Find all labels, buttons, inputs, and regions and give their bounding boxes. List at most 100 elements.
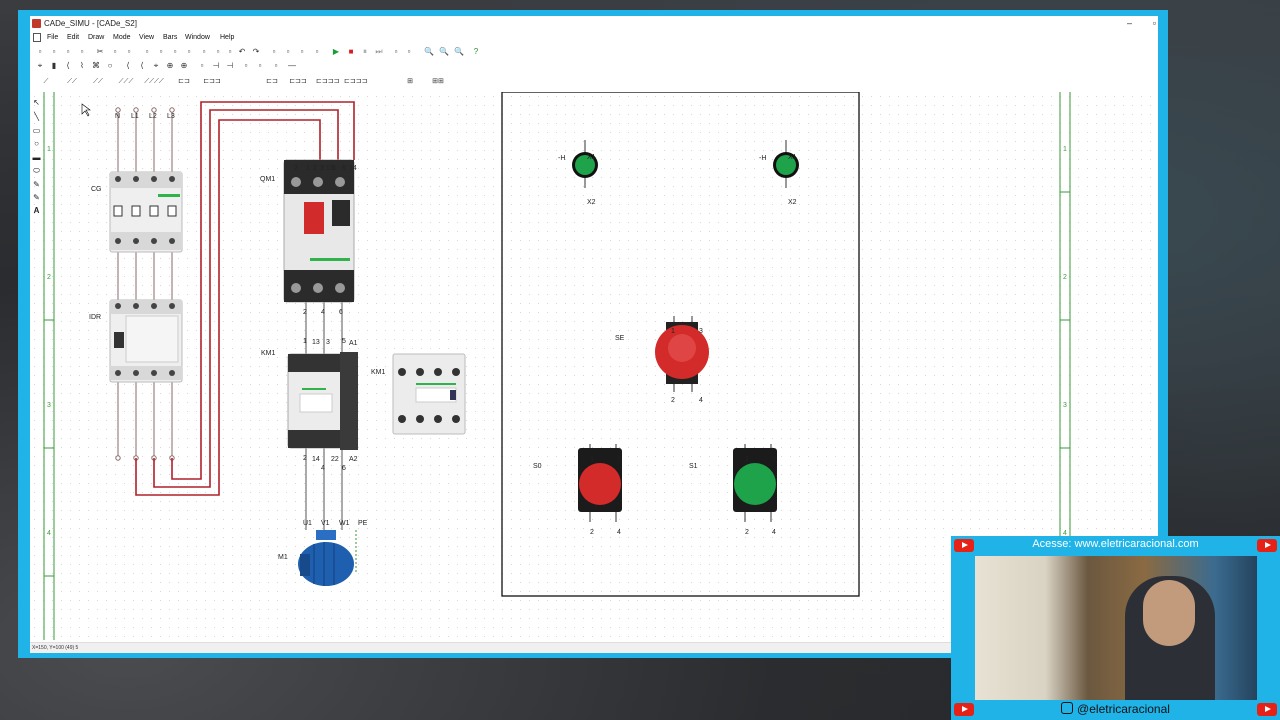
lamp-2[interactable] xyxy=(773,140,799,188)
zoom-fit-icon[interactable]: 🔍 xyxy=(454,47,464,56)
group-icon[interactable]: ▫ xyxy=(143,47,151,56)
km1-auxiliary-block[interactable] xyxy=(392,353,466,435)
pneumatic-icon[interactable]: ▫ xyxy=(242,61,250,70)
motor-breaker-icon[interactable]: ⊏⊐ xyxy=(174,77,194,86)
align-left-icon[interactable]: ▫ xyxy=(270,47,278,56)
disconnector-icon[interactable]: ⊞ xyxy=(400,77,420,86)
coil-icon[interactable]: ▫ xyxy=(198,61,206,70)
km1-contactor[interactable] xyxy=(287,352,358,450)
menu-bars[interactable]: Bars xyxy=(163,31,177,44)
ellipse-tool-icon[interactable]: ⬭ xyxy=(32,166,41,175)
motor-breaker-aux-icon[interactable]: ⊏⊐⊐ xyxy=(202,77,222,86)
qm1-term-14: 14 xyxy=(349,165,357,172)
wire-icon[interactable]: — xyxy=(288,61,296,70)
text-tool-icon[interactable]: A xyxy=(32,206,41,215)
pointer-tool-icon[interactable]: ↖ xyxy=(32,98,41,107)
open-icon[interactable]: ▫ xyxy=(50,47,58,56)
contact-nc-icon[interactable]: ⟨ xyxy=(138,61,146,70)
push-button-s1[interactable] xyxy=(733,444,777,522)
breaker-4p-icon[interactable]: ⟋⟋⟋⟋ xyxy=(144,77,164,86)
breaker-3p-icon[interactable]: ⟋⟋⟋ xyxy=(116,77,136,86)
grid-icon[interactable]: ▫ xyxy=(226,47,234,56)
pause-icon[interactable]: ⏸ xyxy=(361,47,369,56)
new-icon[interactable]: ▫ xyxy=(36,47,44,56)
breaker-2pn-icon[interactable]: ⟋⟋ xyxy=(88,77,108,86)
print-icon[interactable]: ▫ xyxy=(78,47,86,56)
transformer-icon[interactable]: ⌘ xyxy=(92,61,100,70)
filled-rect-tool-icon[interactable]: ▬ xyxy=(32,153,41,162)
plc-icon[interactable]: ▫ xyxy=(272,61,280,70)
menu-help[interactable]: Help xyxy=(220,31,234,44)
km1-out-22: 22 xyxy=(331,456,339,463)
menu-file[interactable]: File xyxy=(47,31,58,44)
contact-icon[interactable]: ⟨ xyxy=(124,61,132,70)
close-button[interactable]: ▫ xyxy=(1153,16,1156,31)
point-icon[interactable]: ⌖ xyxy=(36,61,44,70)
copy-icon[interactable]: ▫ xyxy=(111,47,119,56)
menu-view[interactable]: View xyxy=(139,31,154,44)
menu-mode[interactable]: Mode xyxy=(113,31,131,44)
s0-term-1: 1 xyxy=(590,456,594,463)
redo-icon[interactable]: ↷ xyxy=(252,47,260,56)
motor-icon[interactable]: ○ xyxy=(106,61,114,70)
save-icon[interactable]: ▫ xyxy=(64,47,72,56)
menu-draw[interactable]: Draw xyxy=(88,31,104,44)
step-icon[interactable]: ⏭ xyxy=(375,47,383,56)
find-icon[interactable]: ▫ xyxy=(185,47,193,56)
qm1-motor-breaker[interactable] xyxy=(283,159,355,303)
breaker-1p-icon[interactable]: ⟋ xyxy=(36,77,56,86)
window-icon[interactable]: ▫ xyxy=(392,47,400,56)
switch-icon[interactable]: ⟨ xyxy=(64,61,72,70)
lamp-1[interactable] xyxy=(572,140,598,188)
component-icon[interactable]: ▫ xyxy=(214,47,222,56)
help-icon[interactable]: ? xyxy=(472,47,480,56)
menu-bar: File Edit Draw Mode View Bars Window Hel… xyxy=(30,31,1158,44)
ungroup-icon[interactable]: ▫ xyxy=(157,47,165,56)
menu-edit[interactable]: Edit xyxy=(67,31,79,44)
rcd-3p-icon[interactable]: ⊏⊐⊐ xyxy=(288,77,308,86)
valve-icon[interactable]: ▫ xyxy=(256,61,264,70)
disconnector-4p-icon[interactable]: ⊞⊞ xyxy=(428,77,448,86)
idr-rcd[interactable] xyxy=(109,299,183,383)
rectangle-tool-icon[interactable]: ▭ xyxy=(32,126,41,135)
bell-icon[interactable]: ⊕ xyxy=(180,61,188,70)
paste-icon[interactable]: ▫ xyxy=(125,47,133,56)
lamp-icon[interactable]: ⊕ xyxy=(166,61,174,70)
sensor-icon[interactable]: ⊣ xyxy=(226,61,234,70)
breaker-2p-icon[interactable]: ⟋⟋ xyxy=(62,77,82,86)
print-preview-icon[interactable]: ▫ xyxy=(200,47,208,56)
rcd-4pn-icon[interactable]: ⊏⊐⊐⊐ xyxy=(344,77,367,86)
timer-icon[interactable]: ⊣ xyxy=(212,61,220,70)
cg-breaker[interactable] xyxy=(109,171,183,253)
rcd-2p-icon[interactable]: ⊏⊐ xyxy=(262,77,282,86)
menu-window[interactable]: Window xyxy=(185,31,210,44)
minimize-button[interactable]: – xyxy=(1127,16,1132,31)
push-button-s0[interactable] xyxy=(578,444,622,522)
align-right-icon[interactable]: ▫ xyxy=(284,47,292,56)
cut-icon[interactable]: ✂ xyxy=(96,47,104,56)
lamp2-x2: X2 xyxy=(788,199,797,206)
align-bottom-icon[interactable]: ▫ xyxy=(313,47,321,56)
fuse-icon[interactable]: ▮ xyxy=(50,61,58,70)
s1-term-3: 3 xyxy=(772,456,776,463)
qm1-term-6: 6 xyxy=(342,165,346,172)
zoom-window-icon[interactable]: ▫ xyxy=(405,47,413,56)
breaker-icon[interactable]: ⌇ xyxy=(78,61,86,70)
circle-tool-icon[interactable]: ○ xyxy=(32,139,41,148)
align-top-icon[interactable]: ▫ xyxy=(298,47,306,56)
line-tool-icon[interactable]: ╲ xyxy=(32,112,41,121)
fill-tool-icon[interactable]: ✎ xyxy=(32,180,41,189)
rcd-4p-icon[interactable]: ⊏⊐⊐⊐ xyxy=(316,77,339,86)
undo-icon[interactable]: ↶ xyxy=(238,47,246,56)
motor-m1[interactable] xyxy=(298,530,354,586)
row-number-2: 2 xyxy=(47,274,51,281)
lamp2-label: -H xyxy=(759,155,767,162)
block-icon[interactable]: ▫ xyxy=(171,47,179,56)
pen-tool-icon[interactable]: ✎ xyxy=(32,193,41,202)
zoom-in-icon[interactable]: 🔍 xyxy=(424,47,434,56)
terminal-icon[interactable]: ⌖ xyxy=(152,61,160,70)
title-bar: CADe_SIMU - [CADe_S2] – ▫ xyxy=(30,16,1158,31)
play-icon[interactable]: ▶ xyxy=(332,47,340,56)
stop-icon[interactable]: ■ xyxy=(347,47,355,56)
zoom-out-icon[interactable]: 🔍 xyxy=(439,47,449,56)
